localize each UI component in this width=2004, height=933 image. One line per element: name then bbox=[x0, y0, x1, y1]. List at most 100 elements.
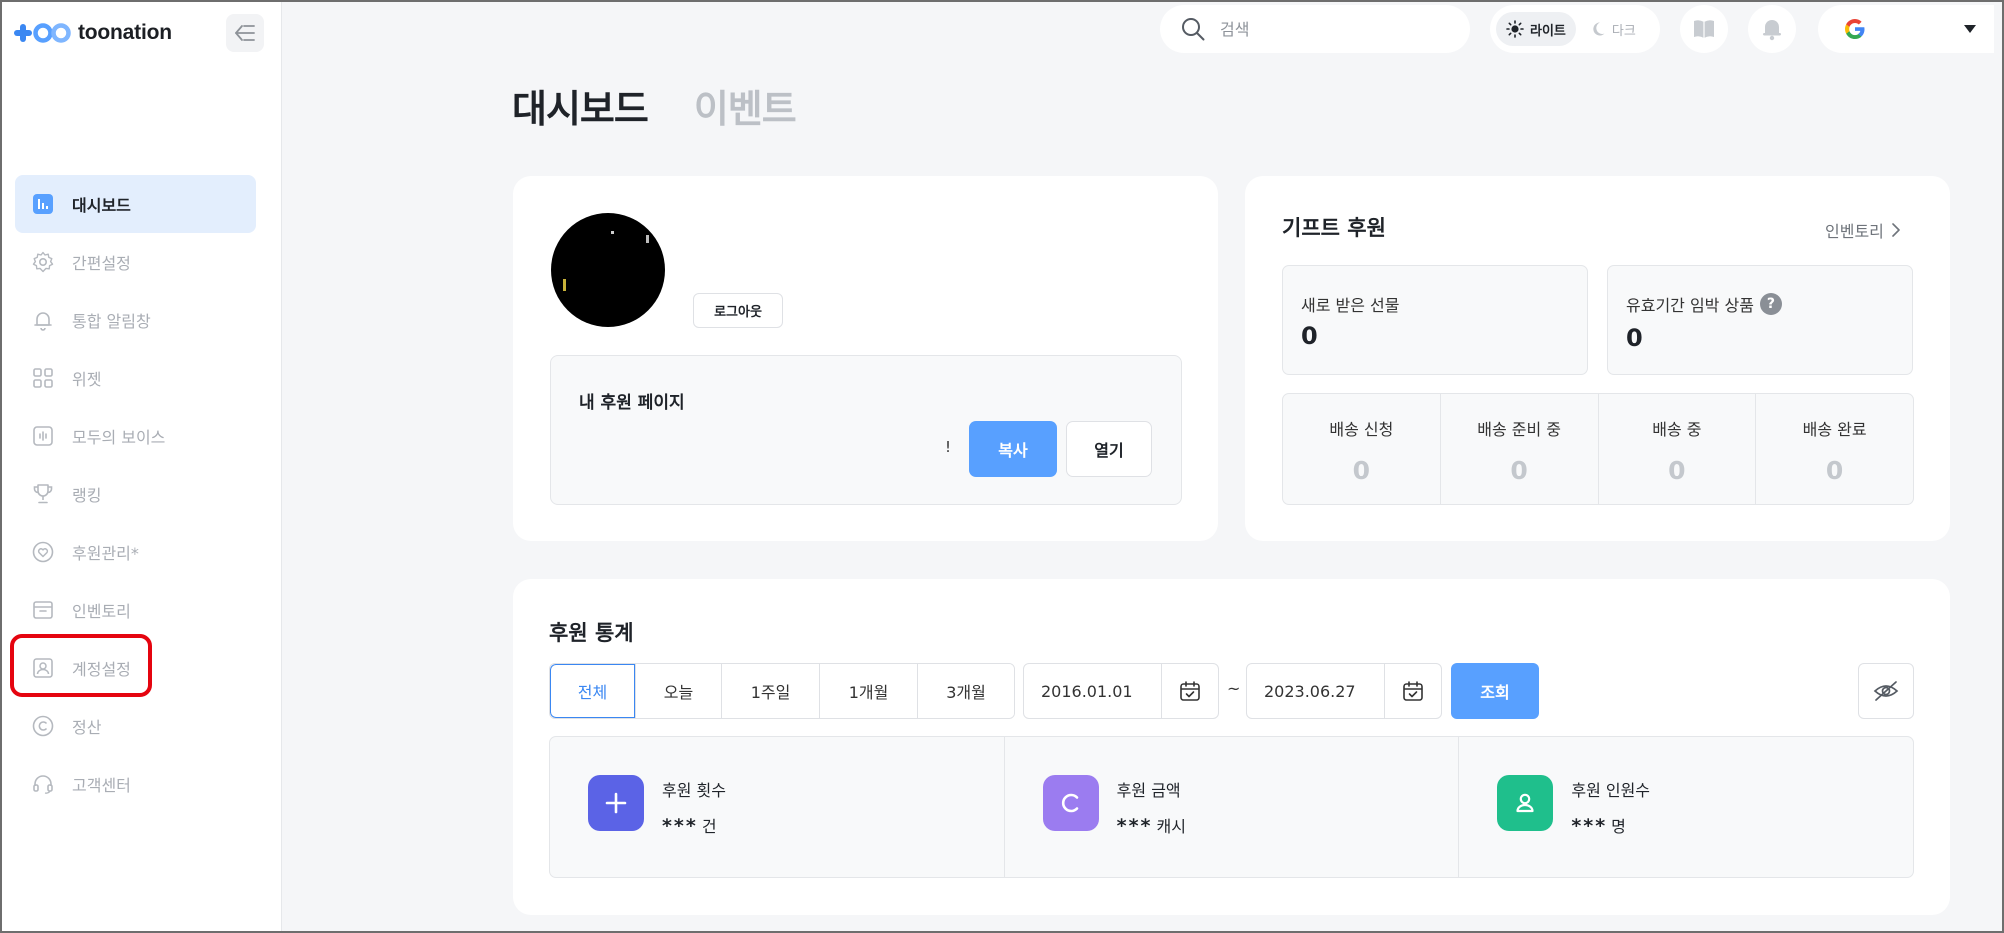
sidebar-item-ranking[interactable]: 랭킹 bbox=[15, 465, 256, 523]
metric-value: *** 건 bbox=[662, 813, 717, 837]
sidebar-item-inventory[interactable]: 인벤토리 bbox=[15, 581, 256, 639]
sidebar-item-label: 모두의 보이스 bbox=[72, 428, 166, 447]
shipping-value: 0 bbox=[1352, 456, 1371, 485]
voice-icon bbox=[31, 424, 55, 448]
headset-icon bbox=[31, 772, 55, 796]
shipping-in-transit: 배송 중 0 bbox=[1599, 394, 1757, 504]
inventory-link-label: 인벤토리 bbox=[1825, 222, 1884, 241]
sidebar-item-label: 간편설정 bbox=[72, 254, 131, 273]
expiring-label: 유효기간 임박 상품 bbox=[1626, 296, 1754, 315]
period-week-button[interactable]: 1주일 bbox=[722, 664, 820, 718]
stats-metrics: 후원 횟수 *** 건 후원 금액 *** 캐시 후원 인원수 *** 명 bbox=[549, 736, 1914, 878]
bell-icon bbox=[31, 308, 55, 332]
shipping-label: 배송 신청 bbox=[1329, 420, 1394, 439]
sidebar-item-label: 정산 bbox=[72, 718, 102, 737]
sidebar: toonation 대시보드 간편설정 통합 알림창 위젯 모두의 보이스 랭킹… bbox=[0, 0, 282, 933]
theme-light-option[interactable]: 라이트 bbox=[1496, 12, 1576, 46]
grid-icon bbox=[31, 366, 55, 390]
metric-masked: *** bbox=[662, 815, 698, 837]
open-button[interactable]: 열기 bbox=[1066, 421, 1152, 477]
shipping-value: 0 bbox=[1510, 456, 1528, 485]
shipping-value: 0 bbox=[1668, 456, 1686, 485]
metric-masked: *** bbox=[1571, 815, 1608, 837]
eye-off-icon bbox=[1873, 681, 1899, 701]
donate-page-url: ! bbox=[945, 438, 952, 456]
chevron-right-icon bbox=[1892, 223, 1900, 237]
notification-button[interactable] bbox=[1748, 5, 1796, 53]
calendar-icon[interactable] bbox=[1162, 680, 1218, 702]
theme-dark-option[interactable]: 다크 bbox=[1580, 12, 1646, 46]
metric-donation-amount: 후원 금액 *** 캐시 bbox=[1005, 737, 1460, 877]
sidebar-item-quick-settings[interactable]: 간편설정 bbox=[15, 233, 256, 291]
avatar bbox=[551, 213, 665, 327]
toonation-logo-icon bbox=[14, 21, 72, 45]
metric-value: *** 캐시 bbox=[1117, 813, 1186, 837]
help-icon[interactable]: ? bbox=[1759, 293, 1782, 315]
shipping-value: 0 bbox=[1825, 456, 1844, 485]
sidebar-item-label: 랭킹 bbox=[72, 486, 102, 505]
toggle-visibility-button[interactable] bbox=[1858, 663, 1914, 719]
collapse-arrow-icon bbox=[235, 25, 255, 41]
moon-icon bbox=[1593, 22, 1605, 36]
sidebar-item-alerts[interactable]: 통합 알림창 bbox=[15, 291, 256, 349]
new-gifts-label: 새로 받은 선물 bbox=[1301, 296, 1400, 315]
search-icon bbox=[1182, 18, 1205, 41]
sidebar-item-voice[interactable]: 모두의 보이스 bbox=[15, 407, 256, 465]
period-today-button[interactable]: 오늘 bbox=[636, 664, 722, 718]
sidebar-item-label: 고객센터 bbox=[72, 776, 131, 795]
sidebar-item-support[interactable]: 고객센터 bbox=[15, 755, 256, 813]
theme-light-label: 라이트 bbox=[1530, 23, 1566, 39]
copyright-icon bbox=[31, 714, 55, 738]
page-tabs: 대시보드 이벤트 bbox=[512, 78, 797, 133]
guide-button[interactable] bbox=[1680, 5, 1728, 53]
shipping-preparing: 배송 준비 중 0 bbox=[1441, 394, 1599, 504]
end-date-field bbox=[1246, 663, 1442, 719]
bell-icon bbox=[1763, 20, 1781, 41]
tab-event[interactable]: 이벤트 bbox=[694, 78, 797, 133]
gift-donation-card: 기프트 후원 인벤토리 새로 받은 선물 0 유효기간 임박 상품 ? 0 배송… bbox=[1245, 176, 1950, 541]
search-input[interactable] bbox=[1220, 19, 1440, 39]
query-button[interactable]: 조회 bbox=[1451, 663, 1539, 719]
theme-dark-label: 다크 bbox=[1611, 23, 1636, 39]
start-date-input[interactable] bbox=[1024, 664, 1162, 718]
period-3months-button[interactable]: 3개월 bbox=[918, 664, 1014, 718]
logout-button[interactable]: 로그아웃 bbox=[693, 293, 783, 328]
sidebar-item-label: 위젯 bbox=[72, 370, 102, 389]
sidebar-item-widget[interactable]: 위젯 bbox=[15, 349, 256, 407]
metric-masked: *** bbox=[1116, 815, 1153, 837]
chevron-down-icon bbox=[1964, 25, 1976, 33]
bar-chart-icon bbox=[31, 192, 55, 216]
sidebar-item-donation-manage[interactable]: 후원관리* bbox=[15, 523, 256, 581]
theme-toggle[interactable]: 라이트 다크 bbox=[1490, 5, 1660, 53]
brand-name: toonation bbox=[78, 21, 172, 44]
donate-page-box: 내 후원 페이지 ! 복사 열기 bbox=[550, 355, 1182, 505]
profile-card: 로그아웃 내 후원 페이지 ! 복사 열기 bbox=[513, 176, 1218, 541]
sidebar-item-settlement[interactable]: 정산 bbox=[15, 697, 256, 755]
period-all-button[interactable]: 전체 bbox=[550, 664, 636, 718]
account-settings-highlight bbox=[10, 634, 152, 697]
gift-title: 기프트 후원 bbox=[1282, 216, 1386, 240]
period-month-button[interactable]: 1개월 bbox=[820, 664, 918, 718]
plus-icon bbox=[588, 775, 644, 831]
inventory-link[interactable]: 인벤토리 bbox=[1825, 218, 1900, 242]
brand-logo[interactable]: toonation bbox=[14, 18, 172, 48]
new-gifts-box: 새로 받은 선물 0 bbox=[1282, 265, 1588, 375]
sidebar-item-dashboard[interactable]: 대시보드 bbox=[15, 175, 256, 233]
google-icon bbox=[1845, 19, 1865, 39]
sidebar-nav: 대시보드 간편설정 통합 알림창 위젯 모두의 보이스 랭킹 후원관리* 인벤토… bbox=[15, 175, 256, 813]
trophy-icon bbox=[31, 482, 55, 506]
calendar-icon[interactable] bbox=[1385, 680, 1441, 702]
metric-value: *** 명 bbox=[1571, 813, 1626, 837]
tab-dashboard[interactable]: 대시보드 bbox=[512, 78, 649, 133]
shipping-label: 배송 중 bbox=[1652, 420, 1702, 439]
end-date-input[interactable] bbox=[1247, 664, 1385, 718]
sidebar-collapse-button[interactable] bbox=[226, 14, 264, 52]
gear-icon bbox=[31, 250, 55, 274]
heart-icon bbox=[31, 540, 55, 564]
search-bar[interactable] bbox=[1160, 5, 1470, 53]
period-selector: 전체 오늘 1주일 1개월 3개월 bbox=[549, 663, 1015, 719]
shipping-requested: 배송 신청 0 bbox=[1283, 394, 1441, 504]
sidebar-item-label: 통합 알림창 bbox=[72, 312, 151, 331]
account-menu[interactable] bbox=[1818, 5, 1994, 53]
copy-button[interactable]: 복사 bbox=[969, 421, 1057, 477]
